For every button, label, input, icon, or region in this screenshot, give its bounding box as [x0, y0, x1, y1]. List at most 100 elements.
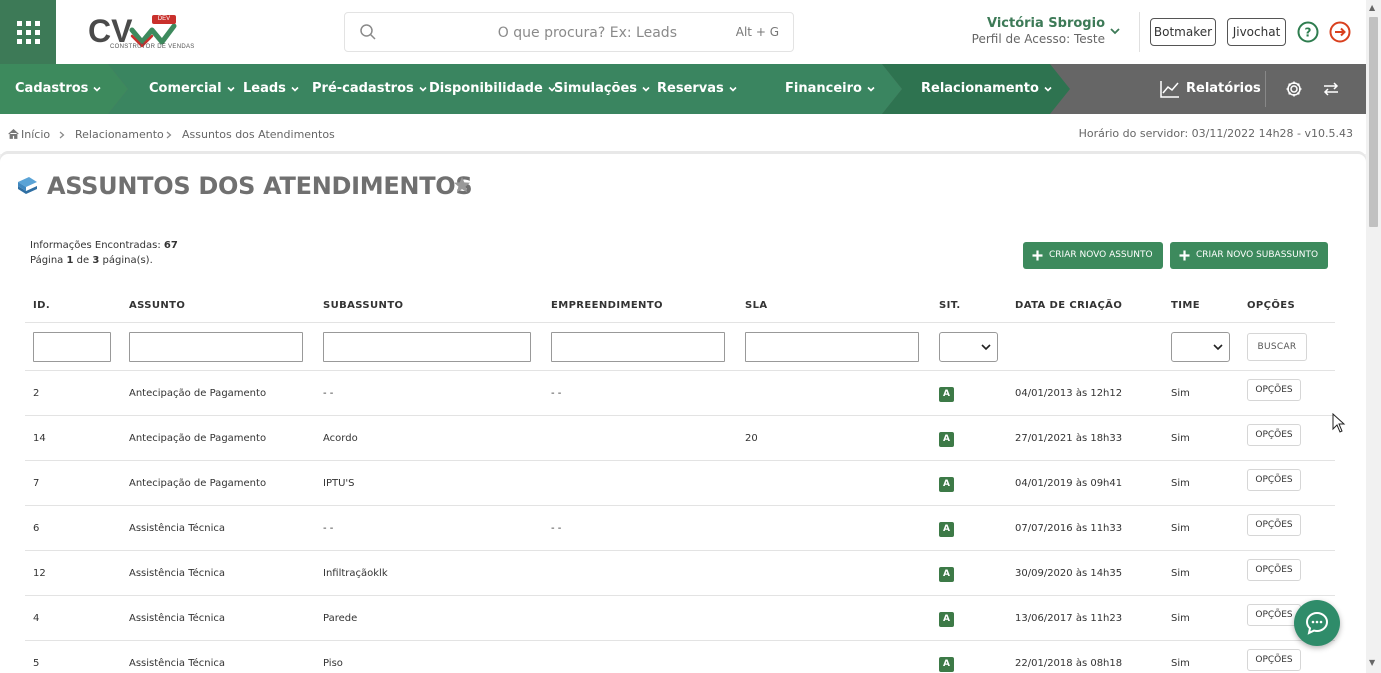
status-badge: A	[939, 387, 954, 402]
tickets-icon	[18, 177, 37, 194]
cell-data: 04/01/2019 às 09h41	[1015, 478, 1123, 489]
row-options-button[interactable]: OPÇÕES	[1247, 559, 1301, 581]
page-suffix: página(s).	[102, 255, 153, 266]
row-options-button[interactable]: OPÇÕES	[1247, 424, 1301, 446]
row-options-button[interactable]: OPÇÕES	[1247, 604, 1301, 626]
nav-relatorios-label: Relatórios	[1186, 81, 1261, 96]
cell-id: 14	[33, 433, 46, 444]
cell-data: 22/01/2018 às 08h18	[1015, 658, 1123, 669]
table-row: 5 Assistência Técnica Piso A 22/01/2018 …	[25, 641, 1335, 673]
page-word: Página	[30, 255, 64, 266]
col-header-id[interactable]: ID.	[33, 300, 50, 311]
chevron-down-icon	[291, 86, 299, 92]
botmaker-button[interactable]: Botmaker	[1150, 18, 1216, 46]
search-shortcut-hint: Alt + G	[735, 25, 779, 39]
chevron-right-icon	[59, 131, 65, 139]
nav-comercial[interactable]: Comercial	[149, 64, 236, 114]
cell-data: 04/01/2013 às 12h12	[1015, 388, 1123, 399]
nav-leads[interactable]: Leads	[243, 64, 300, 114]
cell-subassunto: Parede	[323, 613, 358, 624]
plus-icon	[1032, 250, 1043, 261]
col-header-data-criacao[interactable]: DATA DE CRIAÇÃO	[1015, 300, 1122, 311]
scroll-up-arrow-icon[interactable]: ▲	[1369, 3, 1375, 12]
status-badge: A	[939, 657, 954, 672]
gear-icon[interactable]	[1285, 80, 1303, 98]
scrollbar-thumb[interactable]	[1369, 17, 1378, 227]
filter-assunto-input[interactable]	[129, 332, 303, 362]
row-options-button[interactable]: OPÇÕES	[1247, 649, 1301, 671]
breadcrumb: Início Relacionamento Assuntos dos Atend…	[0, 114, 1366, 154]
row-options-button[interactable]: OPÇÕES	[1247, 469, 1301, 491]
col-header-empreendimento[interactable]: EMPREENDIMENTO	[551, 300, 663, 311]
page-title: ASSUNTOS DOS ATENDIMENTOS	[47, 172, 473, 200]
global-search[interactable]: Alt + G	[344, 12, 794, 52]
filter-sit-select[interactable]	[939, 332, 998, 362]
col-header-assunto[interactable]: ASSUNTO	[129, 300, 185, 311]
help-icon[interactable]: ?	[1297, 21, 1319, 43]
svg-text:?: ?	[1305, 26, 1312, 40]
results-info: Informações Encontradas: 67 Página 1 de …	[30, 238, 178, 268]
col-header-subassunto[interactable]: SUBASSUNTO	[323, 300, 403, 311]
cell-assunto: Assistência Técnica	[129, 523, 226, 534]
cell-subassunto: Piso	[323, 658, 343, 669]
chevron-down-icon	[93, 86, 102, 92]
cell-time: Sim	[1171, 658, 1190, 669]
swap-icon[interactable]	[1323, 82, 1339, 96]
filter-time-select[interactable]	[1171, 332, 1230, 362]
nav-relacionamento-label: Relacionamento	[921, 81, 1039, 96]
nav-cadastros[interactable]: Cadastros	[15, 64, 102, 114]
nav-simulacoes[interactable]: Simulações	[554, 64, 651, 114]
breadcrumb-current: Assuntos dos Atendimentos	[182, 128, 335, 141]
user-info[interactable]: Victória Sbrogio Perfil de Acesso: Teste	[940, 16, 1105, 46]
chevron-down-icon[interactable]	[1108, 24, 1122, 38]
cell-id: 6	[33, 523, 40, 534]
filter-id-input[interactable]	[33, 332, 111, 362]
search-input[interactable]	[389, 19, 689, 47]
cell-assunto: Antecipação de Pagamento	[129, 433, 267, 444]
create-subsubject-button[interactable]: CRIAR NOVO SUBASSUNTO	[1170, 242, 1329, 269]
search-button[interactable]: BUSCAR	[1247, 333, 1307, 361]
table-row: 6 Assistência Técnica - - - - A 07/07/20…	[25, 506, 1335, 551]
create-subject-button[interactable]: CRIAR NOVO ASSUNTO	[1023, 242, 1163, 269]
table-row: 7 Antecipação de Pagamento IPTU'S A 04/0…	[25, 461, 1335, 506]
cell-subassunto: Acordo	[323, 433, 358, 444]
chat-button[interactable]	[1294, 600, 1340, 646]
col-header-time[interactable]: TIME	[1171, 300, 1200, 311]
chat-icon	[1305, 611, 1329, 635]
cell-subassunto: Infiltraçãoklk	[323, 568, 388, 579]
logout-icon[interactable]	[1329, 21, 1351, 43]
filter-empreendimento-input[interactable]	[551, 332, 725, 362]
plus-icon	[1179, 250, 1190, 261]
jivochat-button[interactable]: Jivochat	[1227, 18, 1286, 46]
star-icon[interactable]	[453, 176, 471, 194]
row-options-button[interactable]: OPÇÕES	[1247, 379, 1301, 401]
breadcrumb-home[interactable]: Início	[21, 128, 50, 141]
chevron-down-icon	[227, 86, 235, 92]
user-profile: Perfil de Acesso: Teste	[971, 32, 1105, 46]
status-badge: A	[939, 522, 954, 537]
col-header-sla[interactable]: SLA	[745, 300, 768, 311]
filter-subassunto-input[interactable]	[323, 332, 531, 362]
cell-assunto: Antecipação de Pagamento	[129, 388, 267, 399]
page-scrollbar[interactable]: ▲ ▼	[1366, 0, 1381, 673]
nav-pre-cadastros[interactable]: Pré-cadastros	[312, 64, 428, 114]
row-options-button[interactable]: OPÇÕES	[1247, 514, 1301, 536]
scroll-down-arrow-icon[interactable]: ▼	[1369, 658, 1375, 667]
cell-time: Sim	[1171, 613, 1190, 624]
breadcrumb-relacionamento[interactable]: Relacionamento	[75, 128, 164, 141]
cell-id: 12	[33, 568, 46, 579]
cell-data: 27/01/2021 às 18h33	[1015, 433, 1123, 444]
apps-menu-button[interactable]	[0, 0, 56, 64]
nav-financeiro[interactable]: Financeiro	[785, 64, 876, 114]
col-header-sit[interactable]: SIT.	[939, 300, 961, 311]
home-icon	[8, 129, 19, 139]
page-current: 1	[66, 255, 74, 266]
mouse-cursor-icon	[1332, 413, 1346, 433]
nav-reservas[interactable]: Reservas	[657, 64, 738, 114]
nav-pre-cadastros-label: Pré-cadastros	[312, 81, 414, 96]
chevron-down-icon	[1213, 344, 1223, 351]
nav-disponibilidade[interactable]: Disponibilidade	[429, 64, 557, 114]
nav-relacionamento[interactable]: Relacionamento	[921, 64, 1053, 114]
header-divider	[1139, 12, 1140, 52]
filter-sla-input[interactable]	[745, 332, 919, 362]
